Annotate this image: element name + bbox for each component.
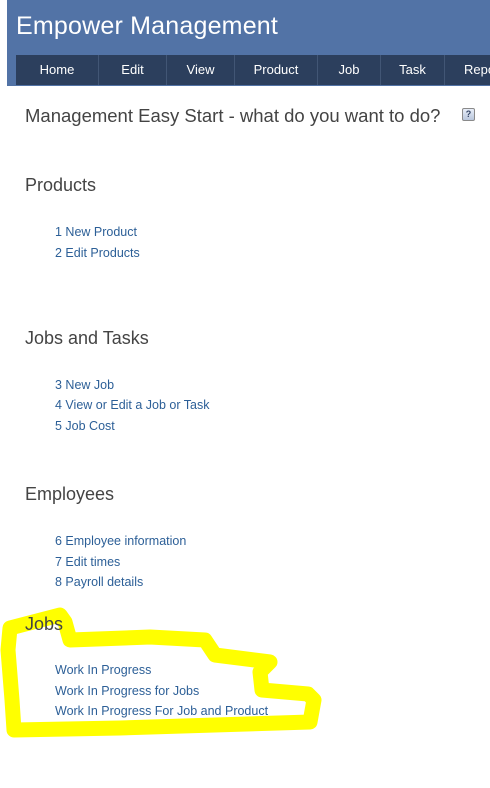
section-title-employees: Employees [25,484,115,504]
menu-edit[interactable]: Edit [99,55,166,85]
link-new-job[interactable]: 3 New Job [55,378,114,392]
menu-home[interactable]: Home [16,55,98,85]
page-title: Management Easy Start - what do you want… [25,105,441,126]
menu-task[interactable]: Task [381,55,444,85]
app-title: Empower Management [16,12,279,40]
menu-report[interactable]: Report [445,55,490,85]
menu-job[interactable]: Job [318,55,380,85]
link-work-in-progress-for-jobs[interactable]: Work In Progress for Jobs [55,684,199,698]
help-icon[interactable]: ? [462,108,475,121]
link-new-product[interactable]: 1 New Product [55,225,137,239]
section-title-jobs: Jobs [25,614,64,634]
link-employee-information[interactable]: 6 Employee information [55,534,186,548]
app-header: Empower Management Home Edit View Produc… [7,0,490,86]
link-payroll-details[interactable]: 8 Payroll details [55,575,143,589]
main-menu: Home Edit View Product Job Task Report [16,55,490,85]
link-work-in-progress[interactable]: Work In Progress [55,663,151,677]
page: Empower Management Home Edit View Produc… [0,0,490,788]
link-edit-products[interactable]: 2 Edit Products [55,246,140,260]
link-edit-times[interactable]: 7 Edit times [55,555,120,569]
menu-product[interactable]: Product [235,55,317,85]
link-job-cost[interactable]: 5 Job Cost [55,419,115,433]
section-title-jobs-and-tasks: Jobs and Tasks [25,328,149,348]
menu-view[interactable]: View [167,55,234,85]
link-view-edit-job-task[interactable]: 4 View or Edit a Job or Task [55,398,209,412]
section-title-products: Products [25,175,97,195]
link-work-in-progress-job-product[interactable]: Work In Progress For Job and Product [55,704,268,718]
